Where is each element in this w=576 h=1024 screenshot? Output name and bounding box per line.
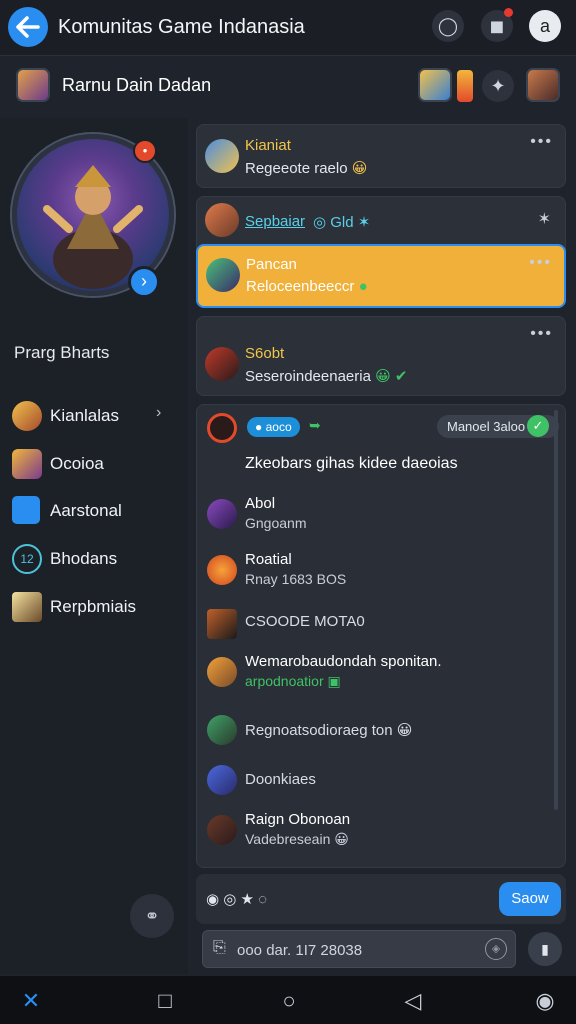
- message-input[interactable]: [235, 939, 485, 961]
- message-text: arpodnoatior ▣: [245, 673, 341, 689]
- reaction-icons[interactable]: ◉ ◎ ★ ◌: [206, 890, 267, 908]
- gear-icon[interactable]: ✶: [538, 209, 553, 229]
- keyboard-icon[interactable]: ⎘: [213, 939, 226, 957]
- card-author: Kianiat: [245, 137, 291, 154]
- card-author: S6obt: [245, 345, 285, 362]
- chat-message[interactable]: Wemarobaudondah sponitan. arpodnoatior ▣: [197, 651, 553, 699]
- nav-label: Kianlalas: [50, 406, 119, 425]
- hero-icon: [12, 401, 42, 431]
- group-avatar[interactable]: [16, 68, 50, 102]
- avatar: [207, 765, 237, 795]
- nav-item-1[interactable]: Kianlalas ›: [0, 396, 188, 436]
- group-name: Rarnu Dain Dadan: [62, 75, 212, 95]
- message-author: CSOODE MOTA0: [245, 613, 365, 630]
- nav-item-4[interactable]: 12 Bhodans: [0, 539, 188, 579]
- message-author: Regnoatsodioraeg ton 😀: [245, 722, 413, 739]
- chat-message[interactable]: CSOODE MOTA0: [197, 603, 553, 651]
- arrow-left-icon: [16, 16, 40, 38]
- mic-button[interactable]: ▮: [528, 932, 562, 966]
- avatar: [205, 203, 239, 237]
- chat-message[interactable]: Abol Gngoanm: [197, 493, 553, 541]
- message-text: Rnay 1683 BOS: [245, 571, 347, 587]
- card-message: Reloceenbeeccr ●: [246, 278, 368, 295]
- back-icon[interactable]: ◁: [396, 984, 430, 1018]
- nav-label: Aarstonal: [50, 501, 122, 520]
- app-title: Komunitas Game Indanasia: [58, 16, 305, 38]
- card-message: Regeeote raelo 😀: [245, 160, 368, 177]
- nav-label: Ocoioa: [50, 454, 104, 473]
- more-icon[interactable]: •••: [530, 325, 553, 343]
- wing-icon: [12, 592, 42, 622]
- controller-icon[interactable]: ◯: [432, 10, 464, 42]
- chat-scrollbar[interactable]: [554, 410, 558, 810]
- avatar: [206, 258, 240, 292]
- emoji-icon[interactable]: ◈: [485, 938, 507, 960]
- member-avatar-2[interactable]: [526, 68, 560, 102]
- chat-message[interactable]: Regnoatsodioraeg ton 😀: [197, 709, 553, 757]
- channel-avatar: [207, 413, 237, 443]
- close-icon[interactable]: ✕: [14, 984, 48, 1018]
- panel-heading: Prarg Bharts: [14, 343, 110, 362]
- boost-icon: ➥: [309, 417, 321, 433]
- trophy-icon: [457, 70, 473, 102]
- card-message: Seseroindeenaeria 😀 ✔: [245, 368, 408, 385]
- avatar: [205, 347, 239, 381]
- chat-headline: Zkeobars gihas kidee daeoias: [245, 455, 458, 472]
- avatar: [207, 815, 237, 845]
- chat-message[interactable]: Raign Obonoan Vadebreseain 😀: [197, 809, 553, 857]
- nav-item-5[interactable]: Rerpbmiais: [0, 587, 188, 627]
- post-card-highlighted[interactable]: Pancan Reloceenbeeccr ● •••: [196, 244, 566, 308]
- message-author: Doonkiaes: [245, 771, 316, 788]
- chat-panel: ● aoco ➥ Manoel 3aloo ✓ Zkeobars gihas k…: [196, 404, 566, 868]
- member-avatar[interactable]: [418, 68, 452, 102]
- post-card-1[interactable]: Kianiat Regeeote raelo 😀 •••: [196, 124, 566, 188]
- more-icon[interactable]: •••: [529, 254, 552, 272]
- chevron-right-icon: ›: [156, 404, 162, 421]
- card-author: Pancan: [246, 256, 297, 273]
- avatar: [207, 555, 237, 585]
- card-author: Sepbaiar: [245, 213, 306, 230]
- notification-icon[interactable]: ◼: [481, 8, 513, 42]
- chat-tag[interactable]: ● aoco: [247, 417, 300, 437]
- recent-apps-icon[interactable]: □: [148, 984, 182, 1018]
- message-text: Gngoanm: [245, 515, 307, 531]
- post-card-3[interactable]: S6obt Seseroindeenaeria 😀 ✔ •••: [196, 316, 566, 396]
- user-icon[interactable]: ◉: [528, 984, 562, 1018]
- message-text: Vadebreseain 😀: [245, 831, 349, 847]
- avatar: [207, 715, 237, 745]
- document-icon: [12, 496, 40, 524]
- avatar: [207, 499, 237, 529]
- message-author: Abol: [245, 495, 276, 512]
- avatar: [207, 609, 237, 639]
- nav-item-3[interactable]: Aarstonal: [0, 491, 188, 531]
- back-button[interactable]: [8, 7, 48, 47]
- message-author: Raign Obonoan: [245, 811, 351, 828]
- badge-icon: 12: [12, 544, 42, 574]
- message-author: Roatial: [245, 551, 292, 568]
- attach-button[interactable]: ⚭: [130, 894, 174, 938]
- message-author: Wemarobaudondah sponitan.: [245, 653, 442, 670]
- nav-label: Rerpbmiais: [50, 597, 136, 616]
- top-bar: Komunitas Game Indanasia ◯ ◼ a: [0, 0, 576, 56]
- message-input-bar: ⎘ ◈: [202, 930, 516, 968]
- avatar: [207, 657, 237, 687]
- chat-message[interactable]: Roatial Rnay 1683 BOS: [197, 549, 553, 597]
- card-tag: ◎ Gld ✶: [313, 214, 371, 231]
- home-icon[interactable]: ○: [272, 984, 306, 1018]
- check-icon: ✓: [527, 415, 549, 437]
- settings-icon[interactable]: ✦: [482, 70, 514, 102]
- send-button[interactable]: Saow: [499, 882, 561, 916]
- more-icon[interactable]: •••: [530, 133, 553, 151]
- chat-message[interactable]: Doonkiaes: [197, 759, 553, 807]
- nav-item-2[interactable]: Ocoioa: [0, 444, 188, 484]
- profile-icon[interactable]: a: [529, 10, 561, 42]
- nav-label: Bhodans: [50, 549, 118, 568]
- hero-notification-badge: •: [133, 139, 157, 163]
- avatar: [205, 139, 239, 173]
- hero-next-button[interactable]: ›: [128, 266, 160, 298]
- notification-badge: [504, 8, 513, 17]
- game-icon: [12, 449, 42, 479]
- system-nav-bar: ✕ □ ○ ◁ ◉: [0, 976, 576, 1024]
